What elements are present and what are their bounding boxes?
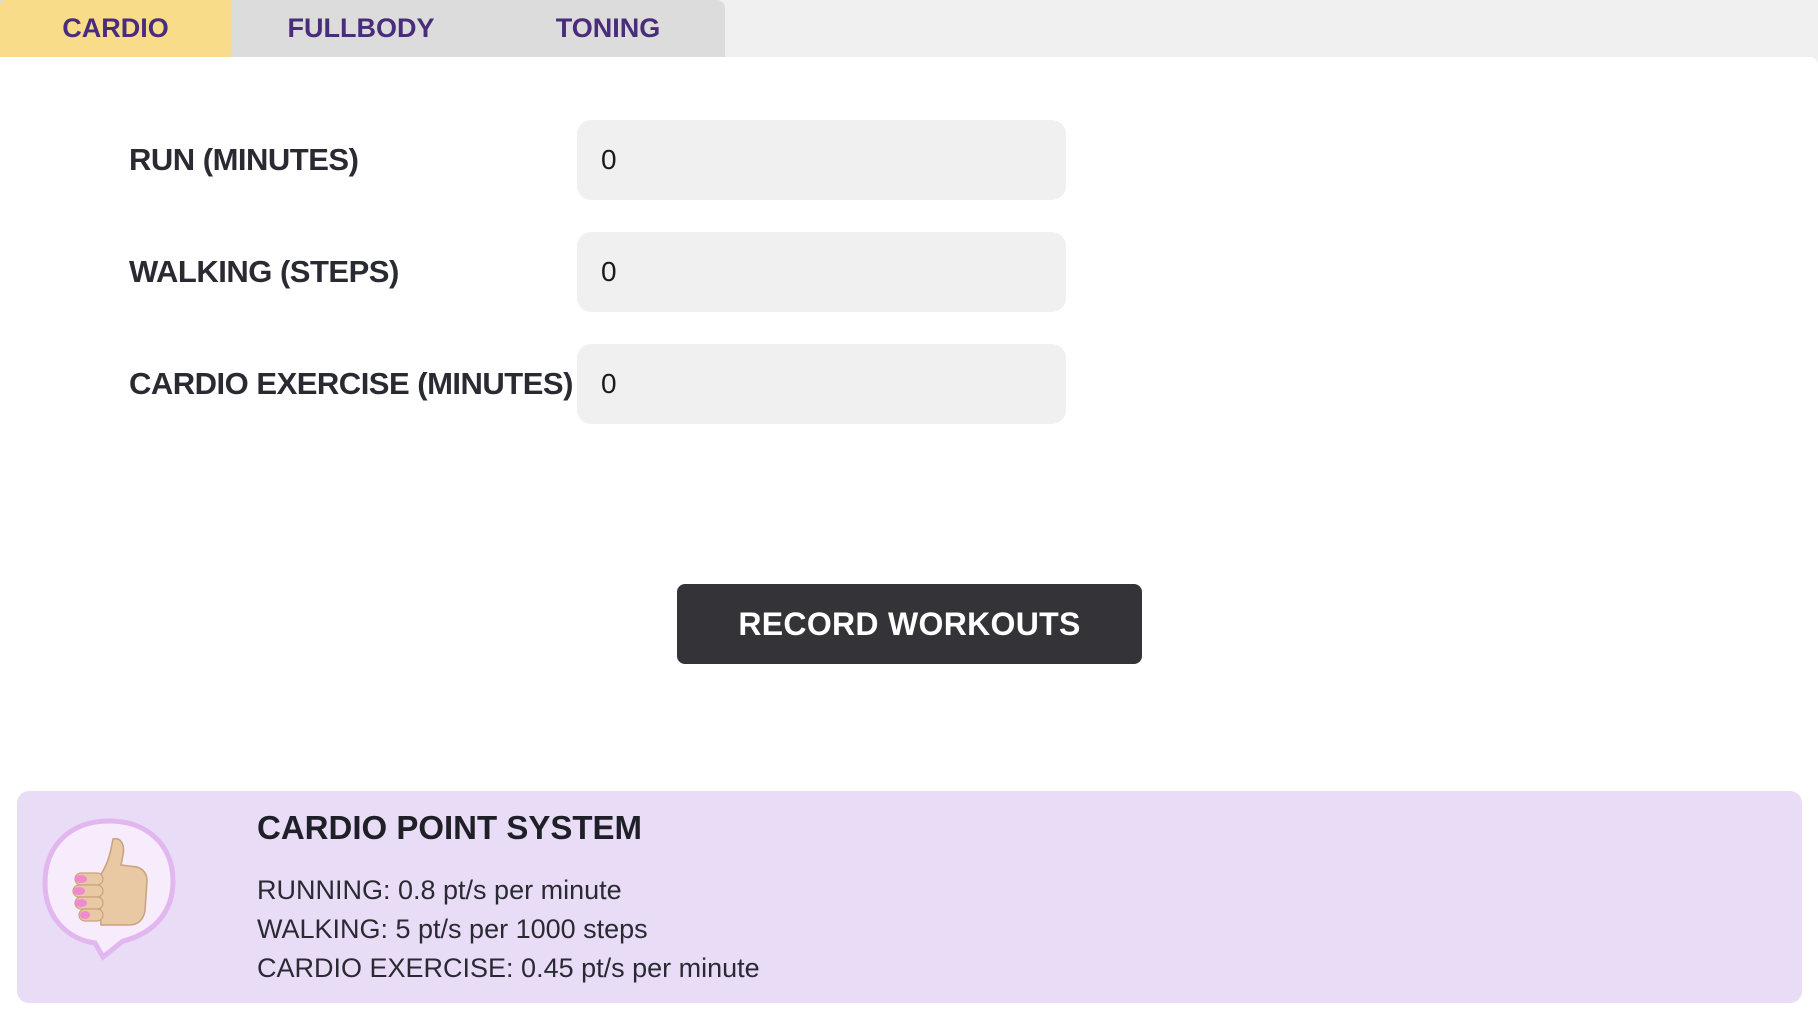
tab-cardio[interactable]: CARDIO (0, 0, 231, 57)
point-rule-cardio-exercise: CARDIO EXERCISE: 0.45 pt/s per minute (257, 953, 760, 983)
cardio-exercise-label: CARDIO EXERCISE (MINUTES) (129, 366, 573, 401)
record-workouts-button[interactable]: RECORD WORKOUTS (677, 584, 1142, 664)
cardio-exercise-row: CARDIO EXERCISE (MINUTES) (129, 344, 1066, 424)
thumbs-up-icon (42, 818, 176, 961)
walking-row: WALKING (STEPS) (129, 232, 1066, 312)
tab-toning[interactable]: TONING (491, 0, 725, 57)
point-rule-running: RUNNING: 0.8 pt/s per minute (257, 875, 622, 905)
point-rule-walking: WALKING: 5 pt/s per 1000 steps (257, 914, 648, 944)
run-minutes-input[interactable] (577, 120, 1066, 200)
cardio-exercise-minutes-input[interactable] (577, 344, 1066, 424)
point-system-card: CARDIO POINT SYSTEM RUNNING: 0.8 pt/s pe… (17, 791, 1802, 1003)
point-system-list: RUNNING: 0.8 pt/s per minute WALKING: 5 … (257, 871, 760, 988)
walking-steps-input[interactable] (577, 232, 1066, 312)
run-label: RUN (MINUTES) (129, 142, 359, 177)
walking-label: WALKING (STEPS) (129, 254, 399, 289)
run-row: RUN (MINUTES) (129, 120, 1066, 200)
point-system-title: CARDIO POINT SYSTEM (257, 809, 643, 846)
tab-fullbody[interactable]: FULLBODY (231, 0, 491, 57)
cardio-panel: RUN (MINUTES) WALKING (STEPS) CARDIO EXE… (0, 57, 1818, 1014)
